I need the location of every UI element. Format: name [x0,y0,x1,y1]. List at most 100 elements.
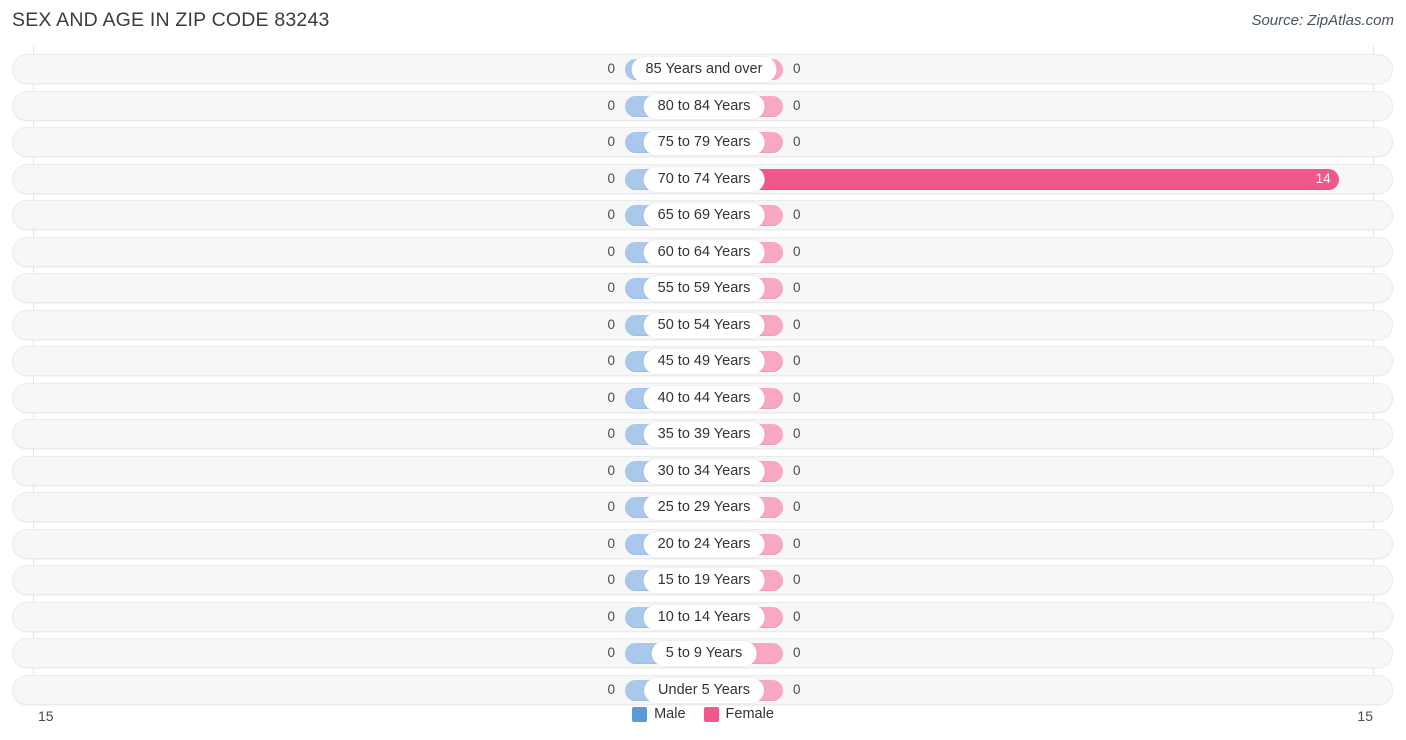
row-bars: 0 0 80 to 84 Years [13,92,1394,120]
table-row[interactable]: 0 0 80 to 84 Years [12,90,1394,121]
male-value-label: 0 [607,608,615,624]
male-value-label: 0 [607,645,615,660]
legend-label: Female [725,706,774,722]
chart-page: SEX AND AGE IN ZIP CODE 83243 Source: Zi… [0,0,1406,740]
row-bars: 0 0 85 Years and over [13,55,1394,83]
page-title: SEX AND AGE IN ZIP CODE 83243 [12,9,330,31]
age-group-label: 50 to 54 Years [643,312,765,338]
age-group-label: 45 to 49 Years [643,349,765,374]
table-row[interactable]: 0 0 40 to 44 Years [12,382,1394,413]
row-bars: 0 0 50 to 54 Years [13,311,1394,339]
male-value-label: 0 [607,207,615,222]
legend-item-male[interactable]: Male [632,706,686,722]
male-value-label: 0 [607,316,615,332]
table-row[interactable]: 0 0 30 to 34 Years [12,455,1394,486]
male-value-label: 0 [607,353,615,368]
age-group-label: Under 5 Years [644,677,764,703]
male-value-label: 0 [607,280,615,295]
row-bars: 0 0 30 to 34 Years [13,457,1394,485]
row-bars: 0 0 55 to 59 Years [13,274,1394,302]
age-group-label: 15 to 19 Years [643,568,765,593]
age-group-label: 10 to 14 Years [643,604,765,630]
female-value-label: 0 [793,681,801,697]
row-bars: 0 0 Under 5 Years [13,676,1394,704]
female-value-label: 0 [793,134,801,149]
row-bars: 0 0 35 to 39 Years [13,420,1394,448]
female-value-label: 0 [793,426,801,441]
age-group-label: 55 to 59 Years [643,276,765,301]
female-value-label: 0 [793,535,801,551]
row-bars: 0 0 25 to 29 Years [13,493,1394,521]
male-value-label: 0 [607,134,615,149]
male-value-label: 0 [607,97,615,113]
male-value-label: 0 [607,389,615,405]
female-value-label: 0 [793,243,801,259]
table-row[interactable]: 0 0 20 to 24 Years [12,528,1394,559]
table-row[interactable]: 0 0 35 to 39 Years [12,419,1393,449]
male-value-label: 0 [607,681,615,697]
female-bar[interactable] [704,168,1339,190]
female-value-label: 0 [793,61,801,76]
male-value-label: 0 [607,535,615,551]
row-bars: 0 0 65 to 69 Years [13,201,1394,229]
age-group-label: 75 to 79 Years [643,130,765,155]
table-row[interactable]: 0 0 Under 5 Years [12,674,1394,705]
row-bars: 0 0 45 to 49 Years [13,347,1394,375]
table-row[interactable]: 0 0 5 to 9 Years [12,638,1393,668]
age-group-label: 80 to 84 Years [643,93,765,119]
row-bars: 0 14 70 to 74 Years [13,165,1394,193]
table-row[interactable]: 0 0 65 to 69 Years [12,200,1393,230]
table-row[interactable]: 0 0 85 Years and over [12,54,1393,84]
male-value-label: 0 [607,572,615,587]
age-group-label: 85 Years and over [631,57,777,82]
table-row[interactable]: 0 0 10 to 14 Years [12,601,1394,632]
female-value-label: 0 [793,608,801,624]
chart-footer: 15 15 Male Female [0,701,1406,740]
source-label: Source: ZipAtlas.com [1251,12,1394,29]
female-value-label: 0 [793,572,801,587]
female-value-label: 0 [793,389,801,405]
male-value-label: 0 [607,426,615,441]
female-value-label: 0 [793,207,801,222]
table-row[interactable]: 0 14 70 to 74 Years [12,163,1394,194]
legend-label: Male [654,706,686,722]
table-row[interactable]: 0 0 45 to 49 Years [12,346,1393,376]
age-group-label: 25 to 29 Years [643,495,765,520]
male-value-label: 0 [607,462,615,478]
male-value-label: 0 [607,61,615,76]
legend-swatch-icon [703,706,719,722]
legend-item-female[interactable]: Female [703,706,774,722]
female-value-label: 0 [793,645,801,660]
age-group-label: 65 to 69 Years [643,203,765,228]
female-value-label: 0 [793,499,801,514]
male-value-label: 0 [607,170,615,186]
population-pyramid-plot: 0 0 85 Years and over 0 0 80 to 84 Years 0 0 75 … [0,46,1406,705]
row-bars: 0 0 20 to 24 Years [13,530,1394,558]
female-value-label: 0 [793,316,801,332]
table-row[interactable]: 0 0 60 to 64 Years [12,236,1394,267]
female-value-label: 14 [1315,170,1331,186]
age-group-label: 35 to 39 Years [643,422,765,447]
age-group-label: 5 to 9 Years [651,641,757,666]
chart-header: SEX AND AGE IN ZIP CODE 83243 Source: Zi… [0,0,1406,46]
age-group-label: 70 to 74 Years [643,166,765,192]
table-row[interactable]: 0 0 75 to 79 Years [12,127,1393,157]
table-row[interactable]: 0 0 55 to 59 Years [12,273,1393,303]
table-row[interactable]: 0 0 25 to 29 Years [12,492,1393,522]
table-row[interactable]: 0 0 15 to 19 Years [12,565,1393,595]
female-value-label: 0 [793,97,801,113]
row-bars: 0 0 10 to 14 Years [13,603,1394,631]
row-bars: 0 0 60 to 64 Years [13,238,1394,266]
female-value-label: 0 [793,280,801,295]
female-value-label: 0 [793,353,801,368]
female-value-label: 0 [793,462,801,478]
age-group-label: 20 to 24 Years [643,531,765,557]
row-bars: 0 0 75 to 79 Years [13,128,1394,156]
chart-legend: Male Female [0,706,1406,722]
table-row[interactable]: 0 0 50 to 54 Years [12,309,1394,340]
age-group-label: 60 to 64 Years [643,239,765,265]
row-bars: 0 0 40 to 44 Years [13,384,1394,412]
row-bars: 0 0 15 to 19 Years [13,566,1394,594]
row-bars: 0 0 5 to 9 Years [13,639,1394,667]
male-value-label: 0 [607,499,615,514]
